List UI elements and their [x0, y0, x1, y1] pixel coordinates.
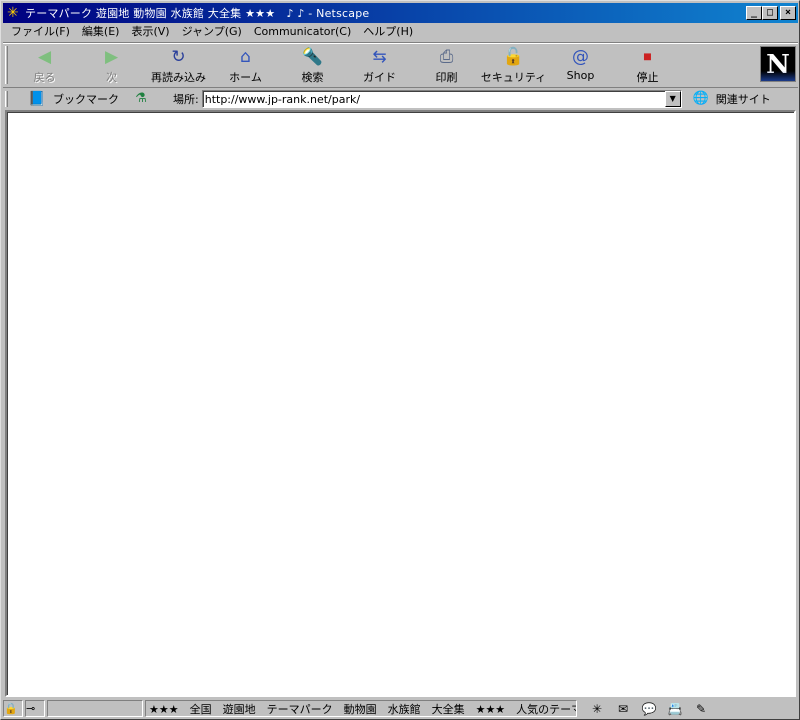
stop-label: 停止 [636, 71, 659, 84]
print-label: 印刷 [435, 71, 458, 84]
address-book-tray-icon[interactable]: 📇 [665, 702, 685, 716]
location-toolbar: 📘 ブックマーク ⚗ 場所: ▼ 🌐 関連サイト [3, 89, 798, 109]
url-dropdown-arrow-icon[interactable]: ▼ [664, 91, 681, 107]
component-bar: ✳ ✉ 💬 📇 ✎ [581, 702, 717, 716]
forward-arrow-icon: ▶ [104, 47, 119, 67]
search-button[interactable]: 🔦 検索 [279, 43, 346, 87]
location-grip[interactable] [3, 89, 11, 109]
netscape-logo[interactable]: N [760, 46, 796, 82]
guide-label: ガイド [363, 71, 396, 84]
page-proxy-icon[interactable]: ⚗ [133, 91, 149, 107]
shopping-bag-icon: @ [572, 47, 589, 67]
stop-traffic-light-icon: ⏹ [643, 47, 652, 67]
menu-help[interactable]: ヘルプ(H) [357, 23, 419, 41]
security-label: セキュリティ [480, 71, 547, 84]
maximize-button[interactable]: □ [762, 6, 778, 20]
print-button[interactable]: ⎙ 印刷 [413, 43, 480, 87]
shop-label: Shop [566, 69, 595, 82]
back-label: 戻る [33, 71, 56, 84]
back-arrow-icon: ◀ [37, 47, 52, 67]
window-controls: _ □ × [746, 6, 796, 20]
minimize-button[interactable]: _ [746, 6, 762, 20]
toolbar-grip[interactable] [3, 43, 11, 87]
url-input[interactable] [202, 91, 663, 107]
navigation-toolbar: ◀ 戻る ▶ 次 ↻ 再読み込み ⌂ ホーム 🔦 検索 ⇆ ガイド ⎙ 印刷 🔓 [3, 42, 798, 88]
bookmarks-book-icon: 📘 [28, 91, 46, 107]
printer-icon: ⎙ [439, 47, 454, 67]
bookmarks-button[interactable]: 📘 ブックマーク [25, 91, 119, 107]
reload-icon: ↻ [171, 47, 186, 67]
browser-window: テーマパーク 遊園地 動物園 水族館 大全集 ★★★ ♪ ♪ - Netscap… [0, 0, 800, 720]
forward-button[interactable]: ▶ 次 [78, 43, 145, 87]
netscape-app-icon[interactable] [6, 5, 22, 21]
connection-plug-icon: ⊸ [25, 700, 45, 717]
home-label: ホーム [229, 71, 262, 84]
title-bar[interactable]: テーマパーク 遊園地 動物園 水族館 大全集 ★★★ ♪ ♪ - Netscap… [3, 3, 798, 23]
menu-view[interactable]: 表示(V) [125, 23, 175, 41]
menu-bar: ファイル(F) 編集(E) 表示(V) ジャンプ(G) Communicator… [3, 23, 798, 41]
menu-communicator[interactable]: Communicator(C) [248, 23, 357, 41]
security-lock-icon[interactable]: 🔒 [3, 700, 23, 717]
window-title: テーマパーク 遊園地 動物園 水族館 大全集 ★★★ ♪ ♪ - Netscap… [25, 7, 370, 20]
stop-button[interactable]: ⏹ 停止 [614, 43, 681, 87]
composer-tray-icon[interactable]: ✎ [691, 702, 711, 716]
related-sites-button[interactable]: 🌐 関連サイト [688, 91, 771, 107]
home-button[interactable]: ⌂ ホーム [212, 43, 279, 87]
guide-button[interactable]: ⇆ ガイド [346, 43, 413, 87]
reload-label: 再読み込み [151, 71, 206, 84]
progress-bar [47, 700, 143, 717]
menu-file[interactable]: ファイル(F) [3, 23, 76, 41]
related-globe-icon: 🌐 [692, 91, 709, 106]
bookmarks-label: ブックマーク [53, 93, 119, 106]
menu-edit[interactable]: 編集(E) [76, 23, 126, 41]
close-button[interactable]: × [780, 6, 796, 20]
shop-button[interactable]: @ Shop [547, 43, 614, 87]
guide-signpost-icon: ⇆ [372, 47, 387, 67]
search-flashlight-icon: 🔦 [301, 47, 324, 67]
mail-tray-icon[interactable]: ✉ [613, 702, 633, 716]
security-button[interactable]: 🔓 セキュリティ [480, 43, 547, 87]
related-sites-label: 関連サイト [715, 93, 771, 106]
forward-label: 次 [106, 71, 117, 84]
status-bar: 🔒 ⊸ ★★★ 全国 遊園地 テーマパーク 動物園 水族館 大全集 ★★★ 人気… [3, 699, 798, 718]
menu-go[interactable]: ジャンプ(G) [176, 23, 248, 41]
location-field[interactable]: ▼ [201, 90, 682, 108]
padlock-icon: 🔓 [502, 47, 525, 67]
search-label: 検索 [301, 71, 324, 84]
discussions-tray-icon[interactable]: 💬 [639, 702, 659, 716]
reload-button[interactable]: ↻ 再読み込み [145, 43, 212, 87]
status-text: ★★★ 全国 遊園地 テーマパーク 動物園 水族館 大全集 ★★★ 人気のテーマ… [145, 700, 577, 717]
location-label: 場所: [173, 93, 199, 106]
back-button[interactable]: ◀ 戻る [11, 43, 78, 87]
home-icon: ⌂ [240, 47, 251, 67]
navigator-tray-icon[interactable]: ✳ [587, 702, 607, 716]
page-content-area[interactable] [5, 110, 796, 697]
